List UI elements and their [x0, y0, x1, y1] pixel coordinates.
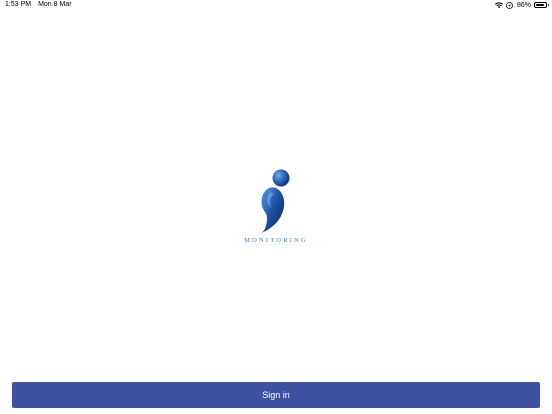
logo-mark-icon: [261, 169, 290, 233]
status-bar: 1:53 PM Mon 8 Mar 86%: [0, 0, 552, 11]
app-screen: 1:53 PM Mon 8 Mar 86% MONITORING Sign in: [0, 0, 552, 414]
wifi-icon: [494, 1, 503, 9]
battery-icon: [534, 2, 549, 8]
logo-text: MONITORING: [244, 237, 308, 244]
status-date: Mon 8 Mar: [38, 1, 72, 8]
status-time: 1:53 PM: [5, 1, 32, 8]
location-icon: [506, 1, 514, 9]
battery-level-fill: [536, 4, 544, 6]
sign-in-button[interactable]: Sign in: [12, 382, 540, 408]
monitoring-logo: MONITORING: [236, 168, 316, 248]
status-bar-left: 1:53 PM Mon 8 Mar: [5, 1, 72, 8]
battery-percentage: 86%: [516, 1, 531, 9]
status-bar-right: 86%: [494, 1, 549, 9]
